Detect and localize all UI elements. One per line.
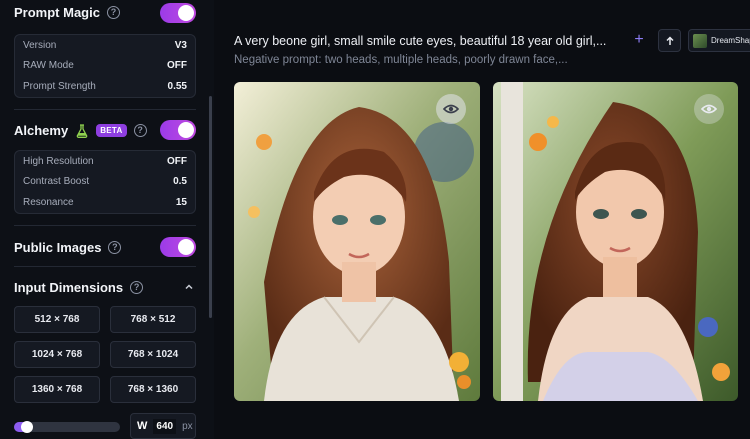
version-label: Version — [23, 39, 57, 51]
beta-badge: BETA — [96, 124, 127, 137]
resonance-row[interactable]: Resonance 15 — [15, 192, 195, 213]
alchemy-panel: High Resolution OFF Contrast Boost 0.5 R… — [14, 150, 196, 214]
help-icon[interactable]: ? — [130, 281, 144, 294]
model-name: DreamShaper — [711, 36, 750, 45]
section-divider — [14, 266, 196, 267]
dimension-768x1024-button[interactable]: 768 × 1024 — [110, 341, 196, 368]
add-button[interactable]: + — [632, 32, 646, 48]
dimension-768x512-button[interactable]: 768 × 512 — [110, 306, 196, 333]
raw-mode-row[interactable]: RAW Mode OFF — [15, 56, 195, 77]
resonance-value: 15 — [175, 196, 187, 208]
prompt-magic-header: Prompt Magic ? — [14, 5, 120, 20]
arrow-up-icon — [665, 35, 674, 45]
help-icon[interactable]: ? — [133, 124, 147, 137]
toggle-knob — [178, 239, 194, 255]
width-label: W — [137, 420, 148, 432]
generated-image-1[interactable] — [234, 82, 480, 401]
dimension-768x1360-button[interactable]: 768 × 1360 — [110, 376, 196, 403]
eye-icon — [701, 104, 717, 114]
version-value: V3 — [174, 39, 187, 51]
toggle-knob — [178, 5, 194, 21]
dimension-512x768-button[interactable]: 512 × 768 — [14, 306, 100, 333]
version-row[interactable]: Version V3 — [15, 35, 195, 56]
raw-mode-value: OFF — [167, 60, 187, 72]
view-button[interactable] — [436, 94, 466, 124]
settings-sidebar: Prompt Magic ? Version V3 RAW Mode OFF P… — [0, 0, 214, 439]
width-unit: px — [182, 420, 193, 432]
high-resolution-label: High Resolution — [23, 155, 94, 167]
section-divider — [14, 109, 196, 110]
input-dimensions-header: Input Dimensions ? — [14, 280, 144, 295]
help-icon[interactable]: ? — [108, 241, 122, 254]
flask-icon — [76, 123, 88, 138]
alchemy-toggle[interactable] — [160, 120, 196, 140]
negative-prompt-text[interactable]: Negative prompt: two heads, multiple hea… — [234, 54, 568, 66]
section-divider — [14, 225, 196, 226]
public-images-toggle[interactable] — [160, 237, 196, 257]
contrast-boost-label: Contrast Boost — [23, 176, 90, 188]
prompt-magic-title: Prompt Magic — [14, 5, 100, 20]
public-images-header: Public Images ? — [14, 240, 122, 255]
resonance-label: Resonance — [23, 196, 74, 208]
alchemy-header: Alchemy BETA ? — [14, 123, 147, 138]
contrast-boost-row[interactable]: Contrast Boost 0.5 — [15, 172, 195, 193]
width-slider-thumb[interactable] — [20, 421, 33, 433]
toggle-knob — [178, 122, 194, 138]
width-value[interactable]: 640 — [153, 418, 177, 434]
contrast-boost-value: 0.5 — [173, 176, 187, 188]
generated-image-2[interactable] — [493, 82, 738, 401]
portrait-image — [234, 82, 480, 401]
prompt-strength-row[interactable]: Prompt Strength 0.55 — [15, 76, 195, 97]
portrait-image — [493, 82, 738, 401]
sidebar-scrollbar[interactable] — [209, 96, 212, 318]
prompt-magic-panel: Version V3 RAW Mode OFF Prompt Strength … — [14, 34, 196, 98]
raw-mode-label: RAW Mode — [23, 60, 74, 72]
high-resolution-value: OFF — [167, 155, 187, 167]
alchemy-title: Alchemy — [14, 123, 69, 138]
prompt-text[interactable]: A very beone girl, small smile cute eyes… — [234, 34, 606, 48]
prompt-strength-label: Prompt Strength — [23, 80, 96, 92]
view-button[interactable] — [694, 94, 724, 124]
prompt-magic-toggle[interactable] — [160, 3, 196, 23]
help-icon[interactable]: ? — [106, 6, 120, 19]
chevron-up-icon[interactable] — [184, 282, 194, 292]
public-images-title: Public Images — [14, 240, 102, 255]
width-input[interactable]: W 640 px — [130, 413, 196, 439]
dimension-1360x768-button[interactable]: 1360 × 768 — [14, 376, 100, 403]
high-resolution-row[interactable]: High Resolution OFF — [15, 151, 195, 172]
prompt-strength-value: 0.55 — [167, 80, 187, 92]
model-selector[interactable]: DreamShaper — [688, 29, 750, 52]
model-thumbnail — [693, 33, 707, 48]
dimension-1024x768-button[interactable]: 1024 × 768 — [14, 341, 100, 368]
input-dimensions-title: Input Dimensions — [14, 280, 124, 295]
upload-button[interactable] — [658, 29, 681, 52]
eye-icon — [443, 104, 459, 114]
